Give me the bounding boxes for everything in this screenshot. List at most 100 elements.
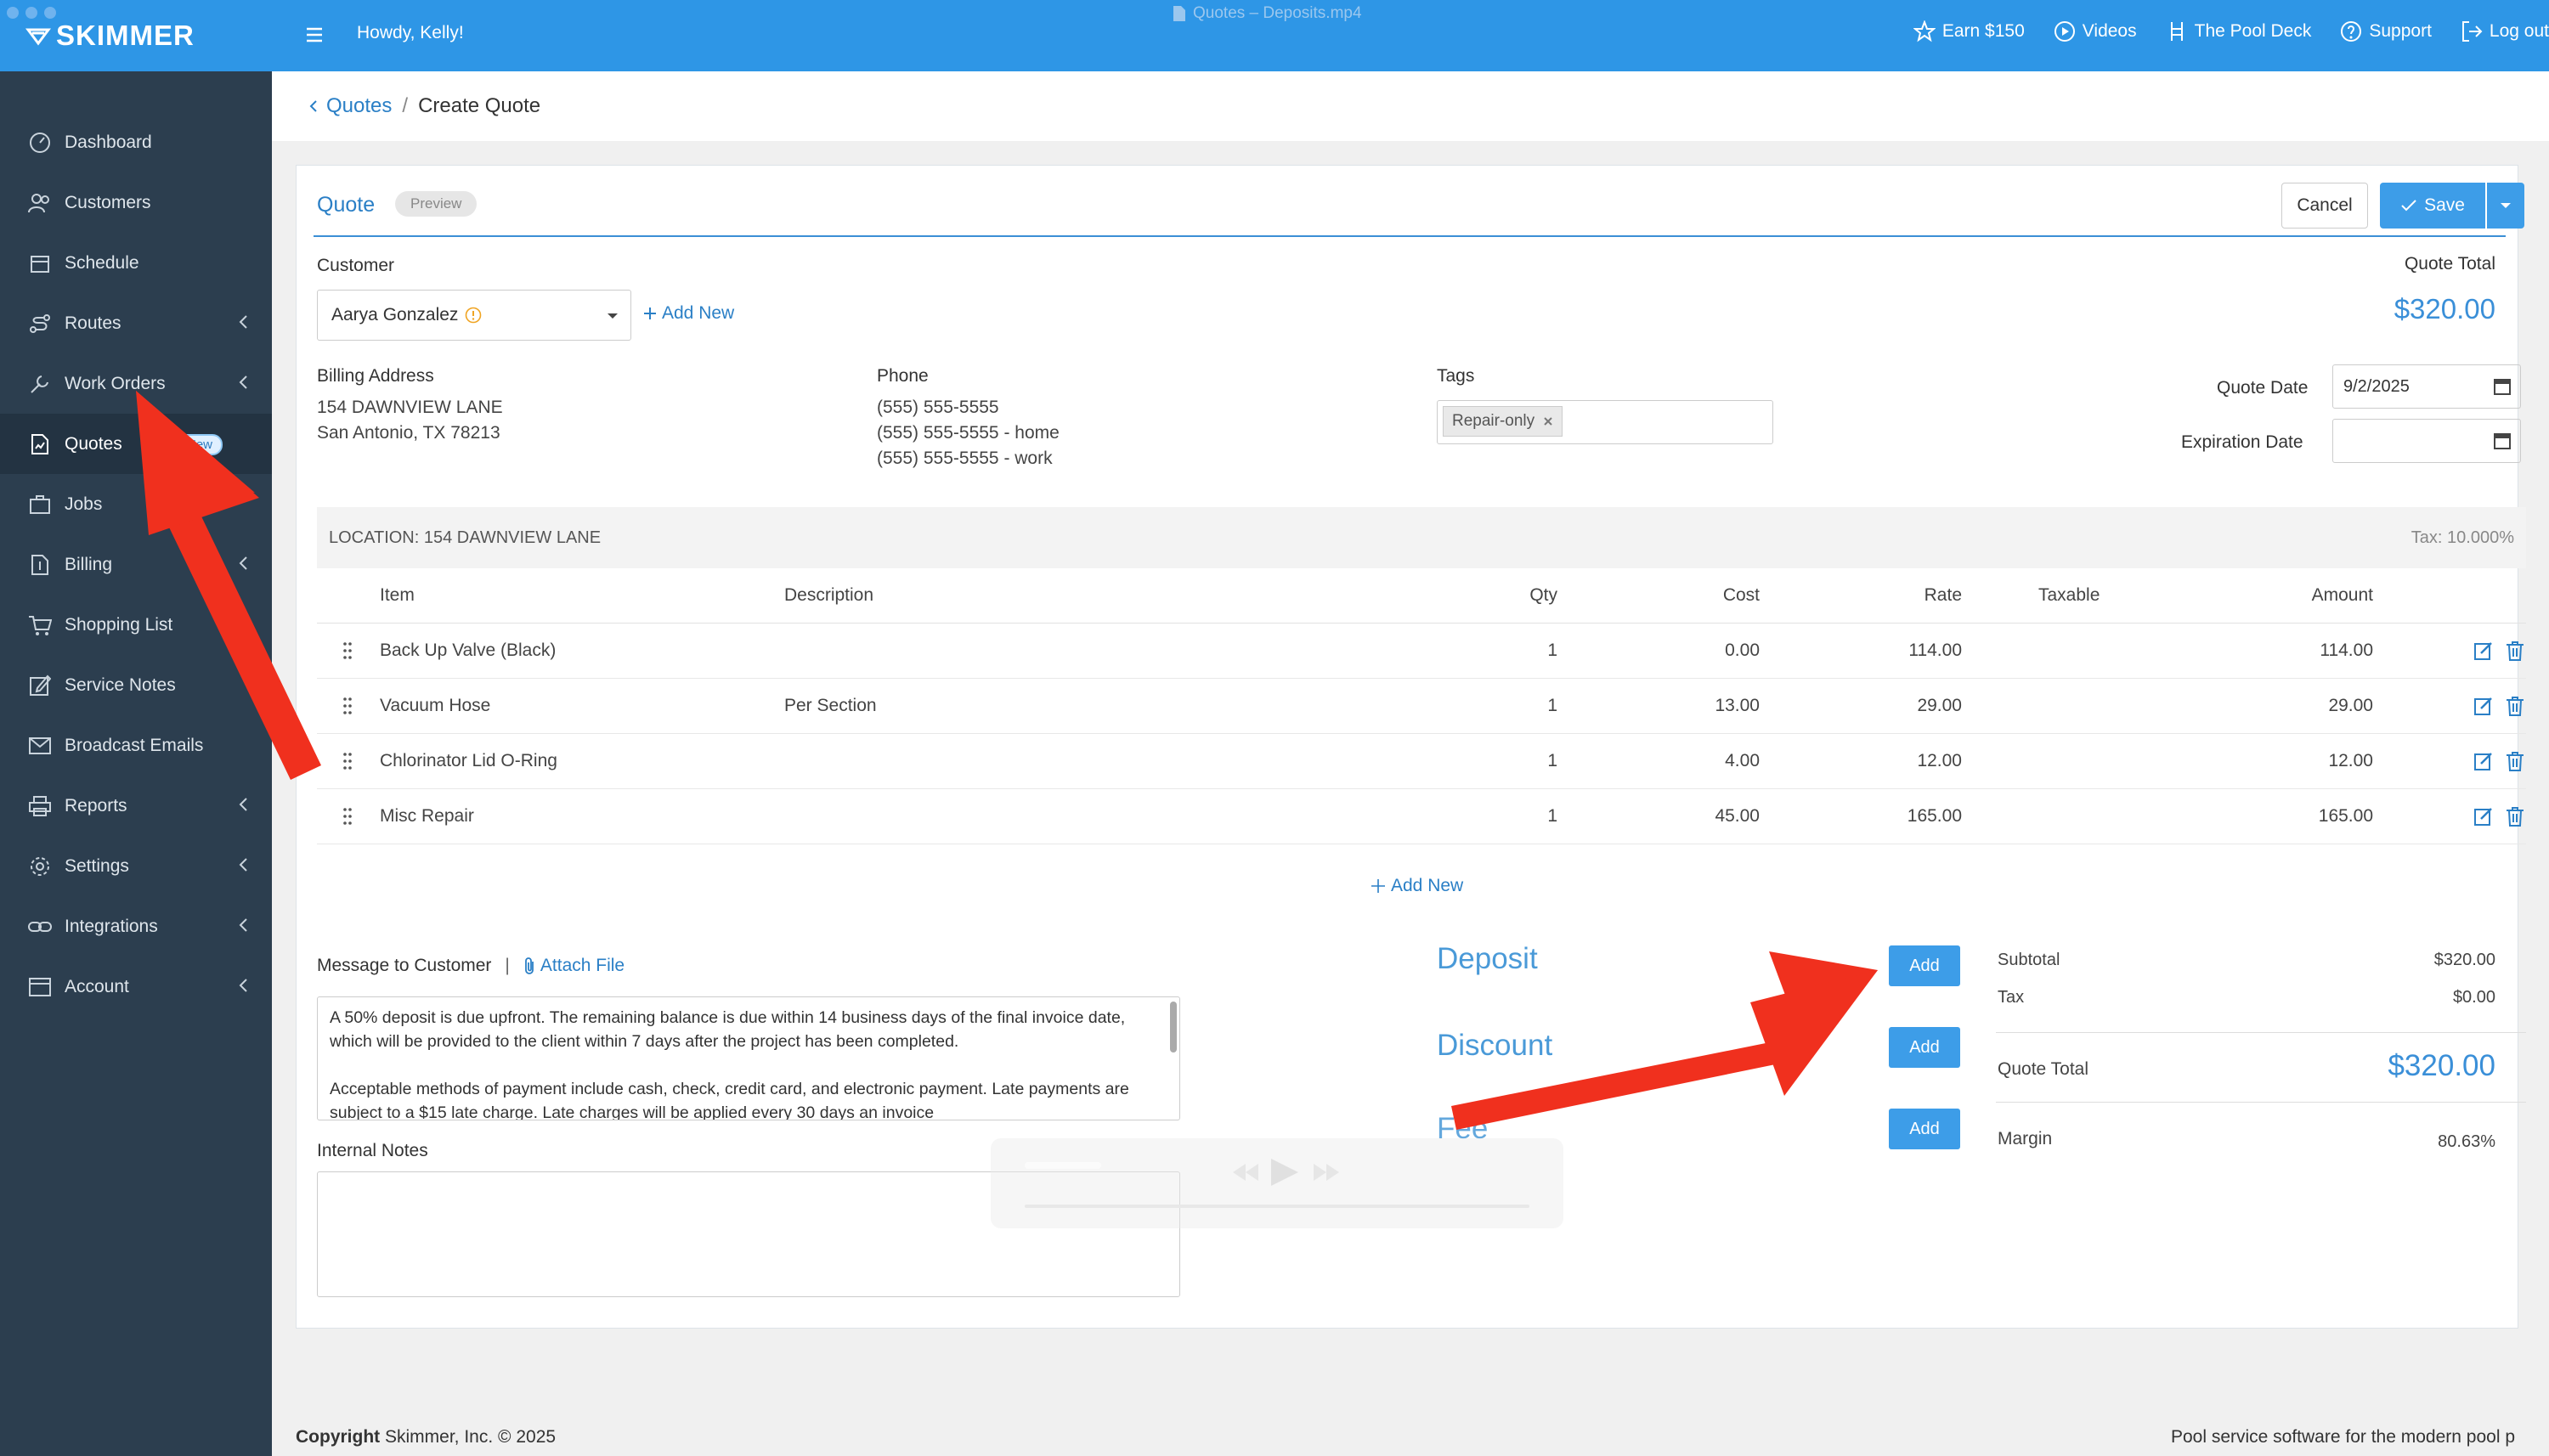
qty-cell: 1 [1294, 788, 1557, 844]
breadcrumb-quotes-link[interactable]: Quotes [309, 94, 392, 118]
location-bar: LOCATION: 154 DAWNVIEW LANE Tax: 10.000% [317, 507, 2526, 568]
drag-handle-icon [343, 752, 352, 770]
close-icon[interactable] [1543, 416, 1553, 426]
sidebar-item-reports[interactable]: Reports [0, 776, 272, 836]
earn-link[interactable]: Earn $150 [1913, 20, 2025, 42]
quote-date-input[interactable]: 9/2/2025 [2332, 364, 2521, 409]
pool-deck-link[interactable]: The Pool Deck [2166, 20, 2311, 42]
sidebar: SKIMMER Dashboard Customers Schedule Rou… [0, 0, 272, 1456]
attach-file-label: Attach File [540, 956, 625, 975]
rate-cell: 12.00 [1760, 733, 1962, 789]
cost-cell: 4.00 [1557, 733, 1760, 789]
wrench-icon [27, 371, 53, 397]
cancel-button[interactable]: Cancel [2281, 183, 2368, 229]
paperclip-icon [524, 957, 534, 974]
sidebar-item-label: Customers [65, 192, 151, 212]
add-fee-button[interactable]: Add [1889, 1109, 1960, 1149]
actions-cell [2373, 733, 2526, 789]
window-close-button[interactable] [7, 7, 19, 19]
save-button[interactable]: Save [2380, 183, 2485, 229]
attach-file-link[interactable]: Attach File [523, 956, 625, 976]
sidebar-item-billing[interactable]: Billing [0, 534, 272, 595]
videos-link-label: Videos [2082, 21, 2137, 41]
sidebar-item-integrations[interactable]: Integrations [0, 896, 272, 957]
logo-text: SKIMMER [56, 20, 195, 51]
sidebar-item-dashboard[interactable]: Dashboard [0, 112, 272, 172]
add-new-customer-link[interactable]: Add New [643, 303, 734, 324]
sidebar-item-label: Settings [65, 855, 129, 876]
window-maximize-button[interactable] [44, 7, 56, 19]
preview-tab[interactable]: Preview [395, 191, 478, 217]
edit-icon[interactable] [2473, 696, 2494, 716]
item-cell: Vacuum Hose [380, 678, 784, 734]
support-link[interactable]: Support [2340, 20, 2432, 42]
footer: Copyright Skimmer, Inc. © 2025 Pool serv… [272, 1414, 2549, 1456]
quote-total-value: $320.00 [2394, 293, 2495, 324]
edit-icon[interactable] [2473, 751, 2494, 771]
sidebar-item-label: Shopping List [65, 614, 173, 635]
sidebar-item-routes[interactable]: Routes [0, 293, 272, 353]
sidebar-item-service-notes[interactable]: Service Notes [0, 655, 272, 715]
message-textarea[interactable]: A 50% deposit is due upfront. The remain… [317, 996, 1180, 1120]
trash-icon[interactable] [2506, 806, 2524, 827]
spacer-cell [1962, 788, 2040, 844]
customer-select[interactable]: Aarya Gonzalez [317, 290, 631, 341]
sidebar-item-customers[interactable]: Customers [0, 172, 272, 233]
calendar-icon[interactable] [2493, 377, 2512, 396]
drag-header [317, 568, 380, 624]
tax-value: $0.00 [2452, 988, 2495, 1007]
sidebar-item-label: Account [65, 976, 129, 996]
actions-cell [2373, 788, 2526, 844]
sidebar-item-quotes[interactable]: Quotes New [0, 414, 272, 474]
sidebar-item-schedule[interactable]: Schedule [0, 233, 272, 293]
billing-line-2: San Antonio, TX 78213 [317, 423, 500, 443]
drag-handle[interactable] [317, 733, 380, 789]
link-icon [27, 914, 53, 940]
amount-header: Amount [2311, 585, 2373, 605]
sidebar-item-account[interactable]: Account [0, 957, 272, 1017]
videos-link[interactable]: Videos [2054, 20, 2137, 42]
message-paragraph-1: A 50% deposit is due upfront. The remain… [330, 1008, 1126, 1051]
sidebar-item-shopping-list[interactable]: Shopping List [0, 595, 272, 655]
drag-handle[interactable] [317, 678, 380, 734]
add-new-item-link[interactable]: Add New [1371, 876, 1463, 896]
add-deposit-button[interactable]: Add [1889, 945, 1960, 986]
edit-icon[interactable] [2473, 806, 2494, 827]
window-minimize-button[interactable] [25, 7, 37, 19]
skimmer-logo[interactable]: SKIMMER [25, 20, 195, 52]
margin-label: Margin [1998, 1129, 2053, 1148]
sidebar-item-label: Jobs [65, 494, 103, 514]
calendar-icon[interactable] [2493, 432, 2512, 450]
sidebar-item-broadcast-emails[interactable]: Broadcast Emails [0, 715, 272, 776]
logout-link[interactable]: Log out [2461, 20, 2549, 42]
expiration-date-input[interactable] [2332, 419, 2521, 463]
star-icon [1913, 20, 1936, 42]
customer-value: Aarya Gonzalez [331, 305, 459, 324]
qty-cell: 1 [1294, 623, 1557, 679]
table-header-row: Item Description Qty Cost Rate Taxable Am… [317, 568, 2526, 624]
drag-handle[interactable] [317, 788, 380, 844]
sidebar-item-label: Service Notes [65, 674, 176, 695]
add-discount-button[interactable]: Add [1889, 1027, 1960, 1068]
quote-tab[interactable]: Quote [317, 193, 375, 217]
sidebar-item-work-orders[interactable]: Work Orders [0, 353, 272, 414]
deposit-label: Deposit [1437, 942, 1538, 975]
tags-input[interactable]: Repair-only [1437, 400, 1773, 444]
hamburger-menu-icon[interactable] [306, 20, 325, 49]
trash-icon[interactable] [2506, 641, 2524, 661]
chevron-left-icon [239, 556, 247, 570]
message-scrollbar[interactable] [1170, 1002, 1177, 1052]
trash-icon[interactable] [2506, 696, 2524, 716]
logout-link-label: Log out [2489, 21, 2549, 41]
save-dropdown-button[interactable] [2487, 183, 2524, 229]
trash-icon[interactable] [2506, 751, 2524, 771]
sidebar-item-label: Work Orders [65, 373, 166, 393]
routes-icon [27, 311, 53, 336]
billing-icon [27, 552, 53, 578]
edit-icon[interactable] [2473, 641, 2494, 661]
sidebar-item-jobs[interactable]: Jobs [0, 474, 272, 534]
sidebar-item-settings[interactable]: Settings [0, 836, 272, 896]
check-icon [2401, 200, 2416, 212]
chevron-left-icon [239, 918, 247, 932]
drag-handle[interactable] [317, 623, 380, 679]
